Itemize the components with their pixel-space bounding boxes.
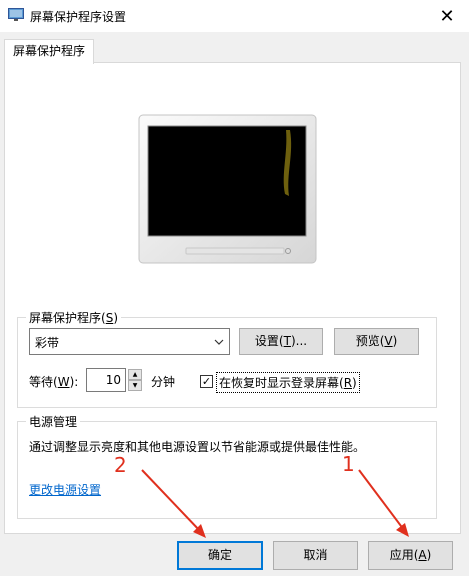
screensaver-select[interactable]: 彩带: [29, 328, 230, 355]
preview-button[interactable]: 预览(V): [334, 328, 419, 355]
close-button[interactable]: ✕: [425, 0, 469, 32]
spin-down-button[interactable]: ▼: [128, 380, 142, 391]
resume-login-checkbox[interactable]: ✓: [200, 375, 213, 388]
power-management-group: [17, 421, 437, 519]
annotation-number-2: 2: [114, 453, 127, 477]
monitor-preview: [138, 114, 317, 264]
power-group-label: 电源管理: [26, 413, 81, 430]
resume-login-label[interactable]: 在恢复时显示登录屏幕(R): [216, 372, 360, 393]
annotation-number-1: 1: [342, 452, 355, 476]
screensaver-group-label: 屏幕保护程序(S): [26, 309, 121, 326]
tab-screensaver[interactable]: 屏幕保护程序: [4, 39, 94, 64]
wait-label: 等待(W):: [29, 375, 79, 389]
close-icon: ✕: [439, 5, 455, 27]
window-title: 屏幕保护程序设置: [30, 10, 127, 24]
wait-unit-label: 分钟: [151, 375, 176, 389]
cancel-button[interactable]: 取消: [273, 541, 358, 570]
settings-button[interactable]: 设置(T)...: [239, 328, 323, 355]
display-settings-icon: [8, 8, 24, 22]
wait-minutes-input[interactable]: 10: [86, 368, 126, 392]
ok-button[interactable]: 确定: [177, 541, 263, 570]
power-description: 通过调整显示亮度和其他电源设置以节省能源或提供最佳性能。: [29, 440, 366, 454]
screensaver-select-value: 彩带: [35, 336, 60, 350]
spin-up-button[interactable]: ▲: [128, 369, 142, 380]
apply-button[interactable]: 应用(A): [368, 541, 453, 570]
chevron-down-icon: [214, 336, 224, 350]
change-power-settings-link[interactable]: 更改电源设置: [29, 481, 101, 498]
